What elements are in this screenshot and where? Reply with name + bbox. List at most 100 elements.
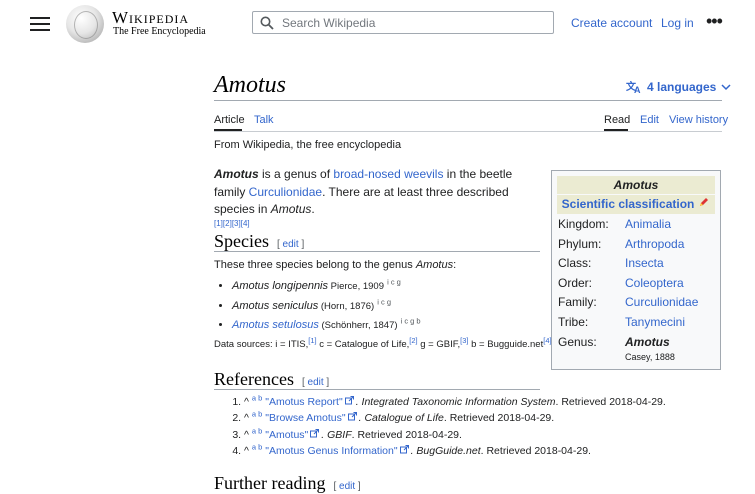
source-codes: i c g xyxy=(387,277,401,287)
section-title: Species xyxy=(214,231,269,251)
site-subtitle: From Wikipedia, the free encyclopedia xyxy=(214,139,402,151)
title-divider xyxy=(214,100,722,101)
page-title: Amotus xyxy=(214,72,286,98)
source-codes: i c g xyxy=(377,296,392,306)
tab-article[interactable]: Article xyxy=(214,114,245,126)
list-item: Amotus longipennis Pierce, 1909 i c g xyxy=(232,277,421,297)
reference-link[interactable]: "Amotus Genus Information" xyxy=(265,445,397,457)
intro-text: is a genus of xyxy=(258,167,334,181)
taxobox-label: Genus: xyxy=(558,335,597,349)
reference-item: ^ a b "Amotus Genus Information" . BugGui… xyxy=(244,443,666,459)
species-link[interactable]: Amotus setulosus xyxy=(232,319,319,331)
backlink-caret: ^ xyxy=(244,412,249,425)
species-author: (Horn, 1876) xyxy=(318,300,375,312)
wikipedia-globe-logo[interactable] xyxy=(66,5,104,43)
order-link[interactable]: Coleoptera xyxy=(625,276,684,290)
wikipedia-wordmark[interactable]: Wikipedia xyxy=(112,8,189,28)
species-list: Amotus longipennis Pierce, 1909 i c g Am… xyxy=(218,277,421,336)
source-codes: i c g b xyxy=(400,316,421,326)
search-icon xyxy=(260,16,274,30)
search-box[interactable] xyxy=(252,11,554,34)
reference-link[interactable]: "Browse Amotus" xyxy=(265,412,345,424)
references-list: ^ a b "Amotus Report" . Integrated Taxono… xyxy=(232,394,666,459)
ref-link-2[interactable]: [2] xyxy=(223,219,232,228)
species-intro-text: These three species belong to the genus xyxy=(214,259,416,271)
reference-link[interactable]: "Amotus" xyxy=(265,429,308,441)
svg-text:A: A xyxy=(634,85,641,94)
reference-date: . Retrieved 2018-04-29. xyxy=(443,412,555,425)
taxobox-label: Tribe: xyxy=(558,315,589,329)
ref-link-4[interactable]: [4] xyxy=(241,219,250,228)
edit-species-link[interactable]: edit xyxy=(283,239,299,250)
tab-talk[interactable]: Talk xyxy=(254,114,274,126)
ref-link-1[interactable]: [1] xyxy=(308,336,316,345)
tab-read-underline xyxy=(604,129,628,131)
reference-item: ^ a b "Amotus Report" . Integrated Taxono… xyxy=(244,394,666,410)
external-link-icon xyxy=(399,443,409,459)
references-heading: References [ edit ] xyxy=(214,369,329,390)
reference-date: . Retrieved 2018-04-29. xyxy=(480,444,591,457)
ref-link-3[interactable]: [3] xyxy=(232,219,241,228)
phylum-link[interactable]: Arthropoda xyxy=(625,237,684,251)
genus-name: Amotus xyxy=(270,202,312,216)
ds-text: Data sources: i = ITIS, xyxy=(214,339,309,350)
curculionidae-link[interactable]: Curculionidae xyxy=(249,185,322,199)
main-menu-button[interactable] xyxy=(30,14,50,32)
backlink-caret: ^ xyxy=(244,444,249,457)
backlink-caret: ^ xyxy=(244,396,249,408)
tab-edit[interactable]: Edit xyxy=(640,114,659,126)
ref-link-4[interactable]: [4] xyxy=(543,336,551,345)
edit-further-reading-link[interactable]: edit xyxy=(339,481,355,492)
search-input[interactable] xyxy=(280,14,544,31)
pencil-edit-icon[interactable] xyxy=(698,195,710,214)
ellipsis-icon[interactable]: ••• xyxy=(706,12,723,30)
species-author: Pierce, 1909 xyxy=(328,281,384,292)
ds-text: c = Catalogue of Life, xyxy=(316,339,410,350)
kingdom-link[interactable]: Animalia xyxy=(625,217,671,231)
species-intro: These three species belong to the genus … xyxy=(214,259,456,271)
chevron-down-icon xyxy=(721,83,731,90)
taxobox-label: Class: xyxy=(558,256,592,270)
backlink-ab[interactable]: a b xyxy=(252,426,262,435)
ref-link-1[interactable]: [1] xyxy=(214,219,223,228)
taxobox-label: Order: xyxy=(558,276,593,290)
broad-nosed-weevils-link[interactable]: broad-nosed weevils xyxy=(333,167,443,181)
section-divider xyxy=(214,251,540,252)
backlink-ab[interactable]: a b xyxy=(252,410,262,419)
taxobox-classification-header: Scientific classification xyxy=(557,195,715,214)
log-in-link[interactable]: Log in xyxy=(661,16,694,30)
tab-article-underline xyxy=(214,129,242,131)
backlink-ab[interactable]: a b xyxy=(252,442,262,451)
languages-label: 4 languages xyxy=(647,80,717,94)
class-link[interactable]: Insecta xyxy=(625,256,664,270)
species-author: (Schönherr, 1847) xyxy=(318,320,398,331)
reference-link[interactable]: "Amotus Report" xyxy=(265,396,342,408)
intro-paragraph: Amotus is a genus of broad-nosed weevils… xyxy=(214,166,544,236)
ref-link-2[interactable]: [2] xyxy=(409,336,417,345)
family-link[interactable]: Curculionidae xyxy=(625,295,698,309)
scientific-classification-link[interactable]: Scientific classification xyxy=(562,197,695,211)
tabs-divider xyxy=(214,131,722,132)
backlink-caret: ^ xyxy=(244,428,249,441)
section-edit: [ edit ] xyxy=(333,481,361,492)
create-account-link[interactable]: Create account xyxy=(571,16,652,30)
taxobox-label: Phylum: xyxy=(558,237,602,251)
tribe-link[interactable]: Tanymecini xyxy=(625,315,685,329)
tab-view-history[interactable]: View history xyxy=(669,114,728,126)
external-link-icon xyxy=(347,410,357,426)
translate-icon: 文 A xyxy=(626,80,641,94)
genus-value: Amotus xyxy=(625,335,670,349)
section-edit: [ edit ] xyxy=(276,239,305,250)
backlink-ab[interactable]: a b xyxy=(252,394,262,403)
external-link-icon xyxy=(310,427,320,443)
taxobox: Amotus Scientific classification Kingdom… xyxy=(551,170,721,370)
reference-date: . Retrieved 2018-04-29. xyxy=(555,396,666,408)
edit-references-link[interactable]: edit xyxy=(308,377,324,388)
genus-author: Casey, 1888 xyxy=(625,352,675,362)
tab-read[interactable]: Read xyxy=(604,114,630,126)
reference-source: . Integrated Taxonomic Information Syste… xyxy=(355,396,556,408)
language-button[interactable]: 文 A 4 languages xyxy=(626,80,731,94)
section-title: Further reading xyxy=(214,473,326,493)
reference-source: . BugGuide.net xyxy=(410,444,481,457)
genus-name: Amotus xyxy=(415,259,454,271)
